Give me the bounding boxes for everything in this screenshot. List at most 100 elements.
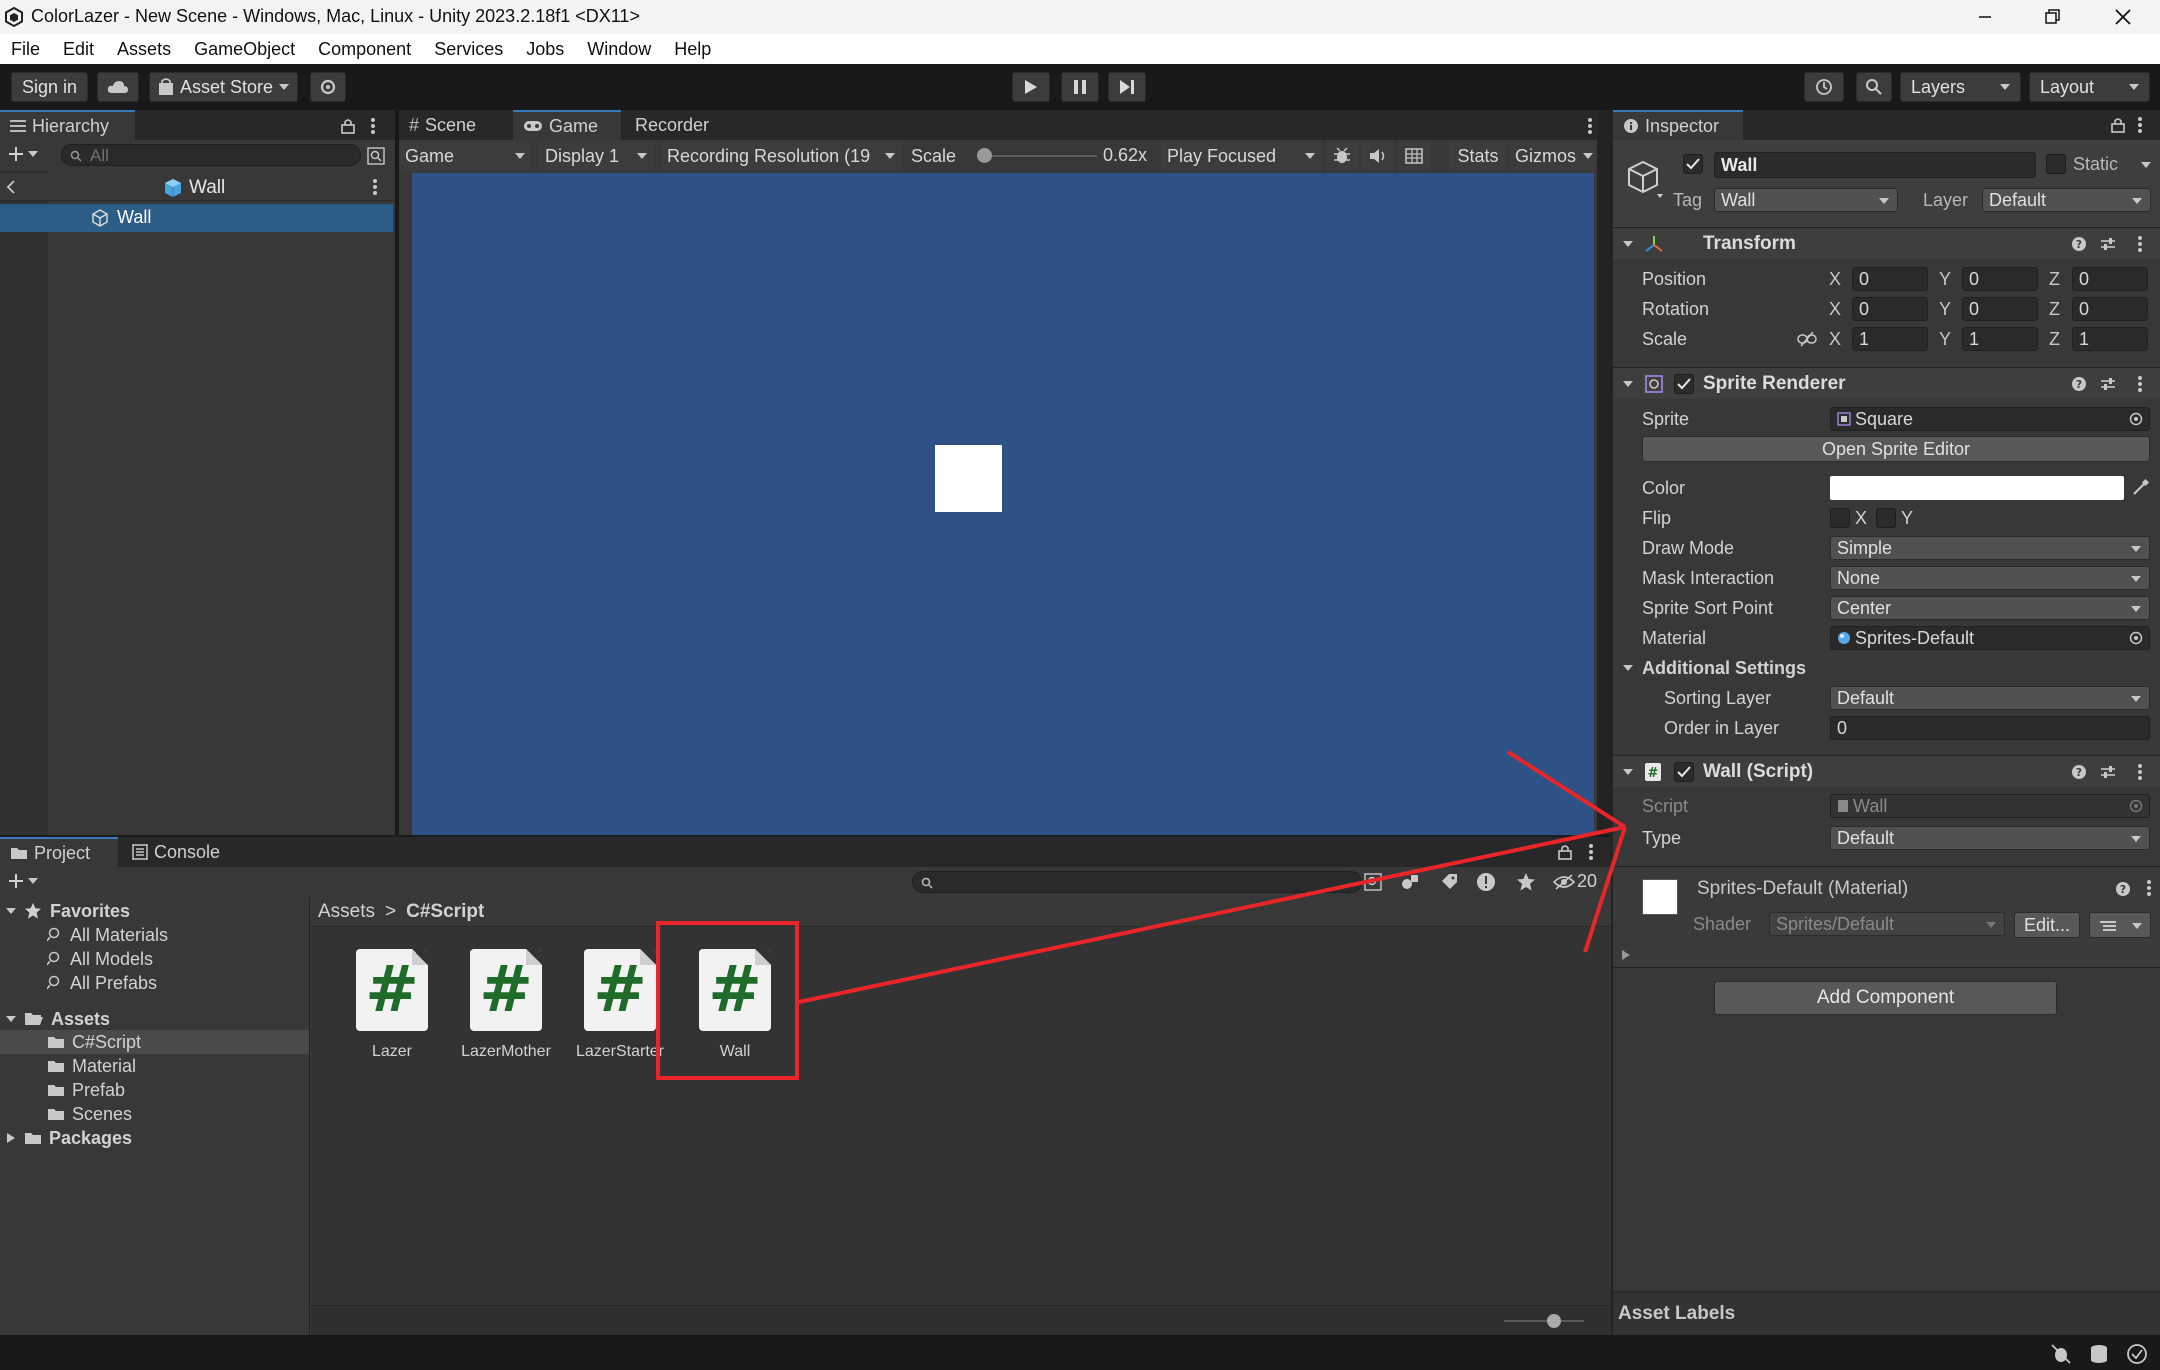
search-button[interactable] xyxy=(1856,72,1892,102)
menu-assets[interactable]: Assets xyxy=(117,39,171,60)
step-button[interactable] xyxy=(1108,72,1146,102)
folder-prefab[interactable]: Prefab xyxy=(47,1078,125,1102)
tab-hierarchy[interactable]: Hierarchy xyxy=(0,110,135,140)
play-focus-dropdown[interactable]: Play Focused xyxy=(1161,141,1321,171)
game-viewport[interactable] xyxy=(412,173,1594,835)
layers-dropdown[interactable]: Layers xyxy=(1900,72,2021,102)
lock-icon[interactable] xyxy=(341,118,355,134)
assets-folder[interactable]: Assets xyxy=(6,1007,110,1031)
position-y-field[interactable]: 0 xyxy=(1962,267,2038,291)
tab-console[interactable]: Console xyxy=(122,837,240,867)
add-component-button[interactable]: Add Component xyxy=(1714,981,2057,1015)
active-checkbox[interactable] xyxy=(1683,154,1703,174)
rotation-x-field[interactable]: 0 xyxy=(1852,297,1928,321)
kebab-menu-icon[interactable] xyxy=(2137,235,2143,253)
debug-mode-icon[interactable] xyxy=(2050,1343,2072,1365)
scale-slider-thumb[interactable] xyxy=(977,148,992,163)
sprite-object-field[interactable]: Square xyxy=(1830,407,2150,431)
constrain-proportions-link-icon[interactable] xyxy=(1797,331,1817,347)
warning-filter-icon[interactable] xyxy=(1476,872,1496,892)
create-asset-dropdown[interactable] xyxy=(8,873,38,889)
rotation-z-field[interactable]: 0 xyxy=(2072,297,2148,321)
object-picker-icon[interactable] xyxy=(2129,631,2143,645)
color-swatch[interactable] xyxy=(1830,476,2124,500)
rotation-y-field[interactable]: 0 xyxy=(1962,297,2038,321)
kebab-menu-icon[interactable] xyxy=(1588,843,1594,861)
favorite-item[interactable]: All Prefabs xyxy=(47,971,157,995)
asset-store-button[interactable]: Asset Store xyxy=(149,72,298,102)
tab-game[interactable]: Game xyxy=(513,110,621,140)
position-z-field[interactable]: 0 xyxy=(2072,267,2148,291)
additional-settings-foldout[interactable]: Additional Settings xyxy=(1613,654,2160,682)
transform-header[interactable]: Transform ? xyxy=(1613,227,2160,259)
hierarchy-search-input[interactable]: All xyxy=(61,144,361,166)
grid-overlay-button[interactable] xyxy=(1398,141,1430,171)
play-button[interactable] xyxy=(1012,72,1050,102)
kebab-menu-icon[interactable] xyxy=(2137,375,2143,393)
static-checkbox[interactable] xyxy=(2046,154,2066,174)
menu-edit[interactable]: Edit xyxy=(63,39,94,60)
favorites-group[interactable]: Favorites xyxy=(6,899,130,923)
cloud-button[interactable] xyxy=(97,72,139,102)
sprite-renderer-enabled-checkbox[interactable] xyxy=(1674,374,1694,394)
scale-x-field[interactable]: 1 xyxy=(1852,327,1928,351)
kebab-menu-icon[interactable] xyxy=(2146,879,2152,897)
object-name-field[interactable]: Wall xyxy=(1714,152,2036,178)
favorite-item[interactable]: All Models xyxy=(47,947,153,971)
breadcrumb-assets[interactable]: Assets xyxy=(318,901,375,923)
hidden-packages-toggle[interactable]: 20 xyxy=(1553,871,1597,892)
folder-csharp-script[interactable]: C#Script xyxy=(47,1030,141,1054)
flip-y-checkbox[interactable] xyxy=(1876,508,1896,528)
gizmos-dropdown[interactable]: Gizmos xyxy=(1509,141,1597,171)
scale-y-field[interactable]: 1 xyxy=(1962,327,2038,351)
display-dropdown[interactable]: Display 1 xyxy=(539,141,653,171)
undo-history-button[interactable] xyxy=(1804,72,1844,102)
collapsed-arrow-icon[interactable] xyxy=(1621,949,1631,961)
stats-button[interactable]: Stats xyxy=(1449,141,1507,171)
scale-z-field[interactable]: 1 xyxy=(2072,327,2148,351)
mute-audio-button[interactable] xyxy=(1362,141,1394,171)
create-dropdown[interactable] xyxy=(8,146,38,162)
lock-icon[interactable] xyxy=(1558,844,1572,860)
tab-scene[interactable]: # Scene xyxy=(399,110,509,140)
packages-folder[interactable]: Packages xyxy=(6,1126,132,1150)
sprite-renderer-header[interactable]: Sprite Renderer ? xyxy=(1613,367,2160,399)
static-dropdown-arrow-icon[interactable] xyxy=(2141,162,2151,168)
lock-icon[interactable] xyxy=(2111,117,2125,133)
shader-options-dropdown[interactable] xyxy=(2089,912,2151,938)
version-control-button[interactable] xyxy=(310,72,346,102)
preset-sliders-icon[interactable] xyxy=(2100,236,2116,252)
menu-help[interactable]: Help xyxy=(674,39,711,60)
menu-window[interactable]: Window xyxy=(587,39,651,60)
star-icon[interactable] xyxy=(1516,872,1536,892)
wall-script-enabled-checkbox[interactable] xyxy=(1674,762,1694,782)
asset-lazer[interactable]: # Lazer xyxy=(337,949,447,1069)
frame-debugger-button[interactable] xyxy=(1326,141,1358,171)
icon-size-slider-thumb[interactable] xyxy=(1547,1314,1561,1328)
label-tag-icon[interactable] xyxy=(1440,873,1458,891)
kebab-menu-icon[interactable] xyxy=(370,117,376,135)
project-search-input[interactable] xyxy=(912,871,1362,893)
back-arrow-icon[interactable] xyxy=(6,180,16,194)
close-window-button[interactable] xyxy=(2092,0,2154,34)
edit-shader-button[interactable]: Edit... xyxy=(2014,912,2080,938)
object-picker-icon[interactable] xyxy=(2129,412,2143,426)
scale-slider-track[interactable] xyxy=(977,155,1097,157)
menu-component[interactable]: Component xyxy=(318,39,411,60)
progress-check-icon[interactable] xyxy=(2126,1343,2148,1365)
help-icon[interactable]: ? xyxy=(2071,236,2087,252)
asset-labels-bar[interactable]: Asset Labels xyxy=(1613,1293,2160,1335)
cache-server-icon[interactable] xyxy=(2088,1343,2110,1365)
hierarchy-item-wall[interactable]: Wall xyxy=(0,204,393,232)
kebab-menu-icon[interactable] xyxy=(2137,116,2143,134)
flip-x-checkbox[interactable] xyxy=(1830,508,1850,528)
scene-picker-icon[interactable] xyxy=(367,147,385,165)
type-dropdown[interactable]: Default xyxy=(1830,826,2150,850)
resolution-dropdown[interactable]: Recording Resolution (19 xyxy=(661,141,901,171)
icon-size-slider-track[interactable] xyxy=(1504,1320,1584,1322)
material-object-field[interactable]: Sprites-Default xyxy=(1830,626,2150,650)
pause-button[interactable] xyxy=(1061,72,1099,102)
help-icon[interactable]: ? xyxy=(2115,881,2131,897)
menu-file[interactable]: File xyxy=(11,39,40,60)
sign-in-button[interactable]: Sign in xyxy=(11,72,88,102)
